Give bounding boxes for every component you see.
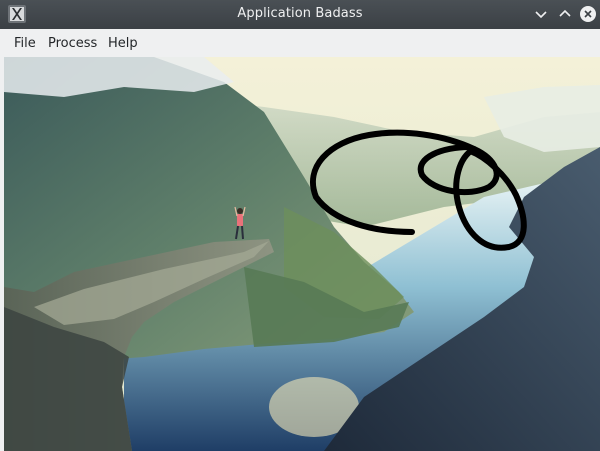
- app-window: Application Badass File Process Help: [0, 0, 600, 451]
- menu-bar: File Process Help: [0, 29, 600, 57]
- image-canvas[interactable]: [4, 57, 600, 451]
- title-bar[interactable]: Application Badass: [0, 0, 600, 29]
- minimize-icon[interactable]: [532, 5, 550, 23]
- menu-process[interactable]: Process: [48, 36, 97, 51]
- window-title: Application Badass: [237, 6, 363, 21]
- close-icon[interactable]: [579, 5, 597, 23]
- maximize-icon[interactable]: [556, 5, 574, 23]
- menu-help[interactable]: Help: [108, 36, 138, 51]
- menu-file[interactable]: File: [14, 36, 36, 51]
